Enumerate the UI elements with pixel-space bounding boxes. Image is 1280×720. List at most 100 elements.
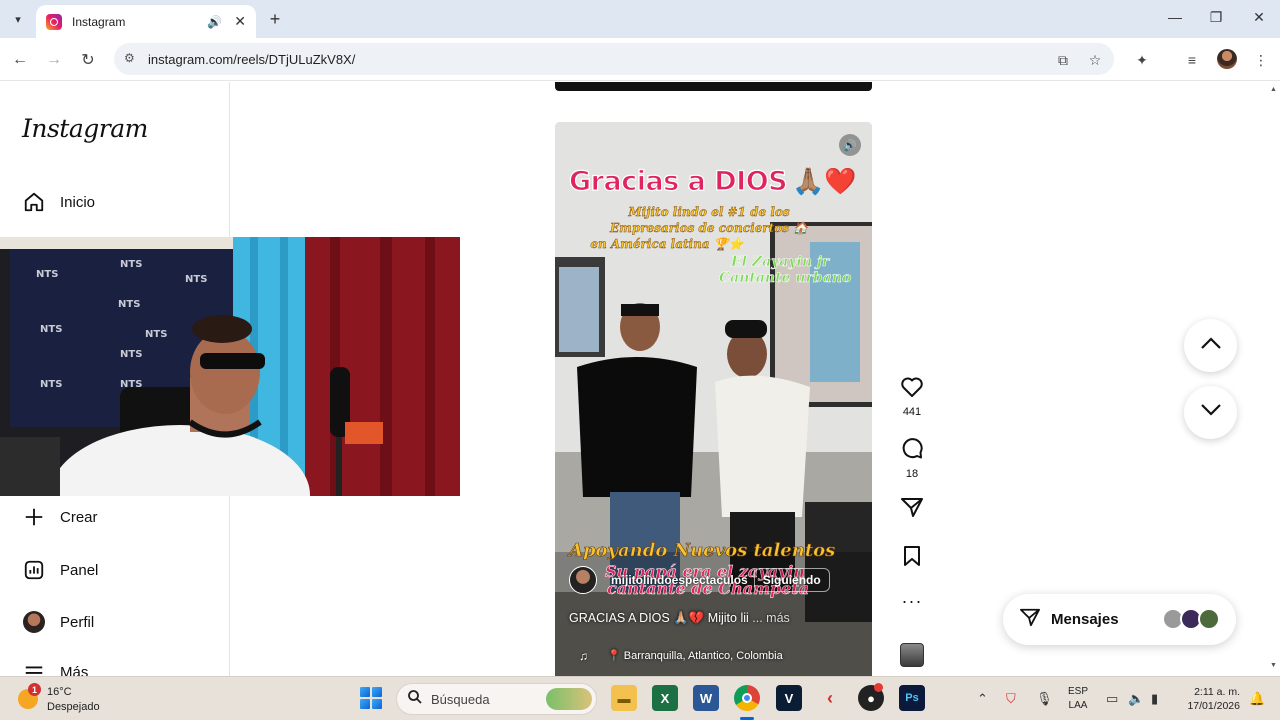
network-icon[interactable]: ▭ [1106,691,1118,707]
file-explorer-icon[interactable]: ▬ [611,685,637,711]
install-app-icon[interactable]: ⧉ [1054,51,1072,69]
battery-icon[interactable]: ▮ [1151,691,1158,707]
next-reel-button[interactable] [1184,386,1237,439]
language-top: ESP [1068,686,1089,697]
forward-button[interactable]: → [42,48,66,72]
like-count: 441 [902,406,922,418]
reel-overlay-green: Cantante urbano [719,270,852,287]
taskbar-search[interactable]: Búsqueda [396,683,597,715]
save-action[interactable] [897,545,927,572]
site-info-icon[interactable]: ⚙ [124,51,140,67]
close-window-button[interactable]: ✕ [1249,9,1269,26]
music-icon[interactable]: ♫ [579,649,588,663]
heart-icon[interactable] [900,376,924,403]
media-controls-icon[interactable]: ≡ [1182,50,1202,70]
svg-text:NTS: NTS [118,299,140,310]
microphone-icon[interactable]: 🎙 [1036,691,1053,707]
page-scrollbar[interactable]: ▲ ▼ [1268,82,1280,676]
reload-button[interactable]: ↻ [76,48,100,72]
tab-search-button[interactable]: ▾ [6,7,30,31]
extensions-icon[interactable]: ✦ [1132,50,1152,70]
sidebar-item-inicio[interactable]: Inicio [22,186,212,218]
reel-location[interactable]: 📍 Barranquilla, Atlantico, Colombia [607,649,783,662]
recording-badge [874,683,883,692]
photoshop-icon[interactable]: Ps [899,685,925,711]
more-horizontal-icon[interactable]: ··· [902,592,923,610]
share-icon[interactable] [900,496,924,523]
scroll-down-arrow-icon[interactable]: ▼ [1270,662,1277,669]
volume-icon[interactable]: 🔈 [1128,691,1144,707]
avatar [1198,608,1220,630]
more-menu-icon[interactable]: ⋮ [1251,50,1271,70]
weather-temperature: 16°C [47,686,72,698]
audio-thumbnail[interactable] [900,643,924,667]
tab-title: Instagram [72,14,126,29]
author-name[interactable]: mijitolindoespectaculos [611,573,748,587]
chevron-down-icon [1200,403,1222,422]
sidebar-item-perfil[interactable]: Perfil [22,606,212,638]
scroll-up-arrow-icon[interactable]: ▲ [1270,86,1277,93]
excel-icon[interactable]: X [652,685,678,711]
tab-audio-icon[interactable]: 🔊 [207,15,222,29]
reel-overlay-yellow: Apoyando Nuevos talentos [569,540,836,562]
clock-date: 17/01/2026 [1187,700,1240,712]
instagram-logo[interactable]: Instagram [22,114,148,143]
sidebar-item-crear[interactable]: Crear [22,501,212,533]
comment-action[interactable]: 18 [897,436,927,480]
notification-badge: 1 [28,683,41,696]
notifications-icon[interactable]: 🔔 [1249,691,1265,707]
home-icon [22,190,46,214]
vegas-icon[interactable]: V [776,685,802,711]
sidebar-item-label: Crear [60,508,98,526]
search-highlight-image [546,688,592,710]
webcam-overlay: NTS NTS NTS NTS NTS NTS NTS NTS NTS [0,237,460,496]
svg-text:NTS: NTS [40,379,62,390]
previous-reel[interactable] [555,82,872,91]
location-text: Barranquilla, Atlantico, Colombia [623,650,783,662]
bookmark-icon[interactable] [902,545,922,572]
following-button[interactable]: Siguiendo [753,568,830,592]
tab-instagram[interactable]: Instagram 🔊 ✕ [36,5,256,38]
sidebar-item-label: Panel [60,561,99,579]
system-clock[interactable]: 2:11 a. m. 17/01/2026 [1182,685,1240,713]
caption-more-link[interactable]: ... más [752,611,790,625]
svg-text:NTS: NTS [145,329,167,340]
url-text[interactable]: instagram.com/reels/DTjULuZkV8X/ [148,52,355,67]
mute-toggle-icon[interactable]: 🔊 [839,134,861,156]
sidebar-item-label: Más [60,664,89,676]
sidebar-item-label: Inicio [60,193,96,211]
previous-reel-button[interactable] [1184,319,1237,372]
word-icon[interactable]: W [693,685,719,711]
weather-widget[interactable]: 1 16°C Despejado [16,683,126,715]
capcut-icon[interactable]: ‹ [817,685,843,711]
minimize-button[interactable]: — [1165,9,1185,25]
profile-avatar[interactable] [1217,49,1237,69]
reel-video[interactable]: 🔊 Gracias a DIOS 🙏🏽❤️ Mijito lindo el #1… [555,122,872,676]
reel-subtitle-line: Mijito lindo el #1 de los [628,205,790,219]
address-bar[interactable]: ⚙ instagram.com/reels/DTjULuZkV8X/ ⧉ ☆ [114,43,1114,75]
chrome-icon[interactable] [734,685,760,711]
restore-button[interactable]: ❐ [1206,9,1226,26]
tab-close-icon[interactable]: ✕ [234,13,246,30]
share-action[interactable] [897,496,927,523]
svg-text:NTS: NTS [40,324,62,335]
reel-caption: GRACIAS A DIOS 🙏🏼💔 Mijito lii ... más [569,611,790,626]
messages-button[interactable]: Mensajes [1003,594,1236,645]
author-avatar[interactable] [569,566,597,594]
reel-author: mijitolindoespectaculos Siguiendo [569,566,830,594]
security-icon[interactable]: ⛉ [1006,691,1016,707]
more-options-action[interactable]: ··· [897,592,927,610]
sidebar-item-panel[interactable]: Panel [22,554,212,586]
new-tab-button[interactable]: + [264,8,286,30]
bookmark-star-icon[interactable]: ☆ [1086,51,1104,69]
sidebar-item-mas[interactable]: Más [22,658,212,676]
start-button[interactable] [360,687,382,709]
back-button[interactable]: ← [8,48,32,72]
svg-text:NTS: NTS [120,349,142,360]
tray-overflow-icon[interactable]: ⌃ [977,691,988,707]
language-bottom: LAA [1068,700,1088,711]
like-action[interactable]: 441 [897,376,927,418]
language-indicator[interactable]: ESP LAA [1068,685,1088,713]
comment-icon[interactable] [900,436,924,465]
tab-strip: ▾ Instagram 🔊 ✕ + — ❐ ✕ [0,0,1280,38]
